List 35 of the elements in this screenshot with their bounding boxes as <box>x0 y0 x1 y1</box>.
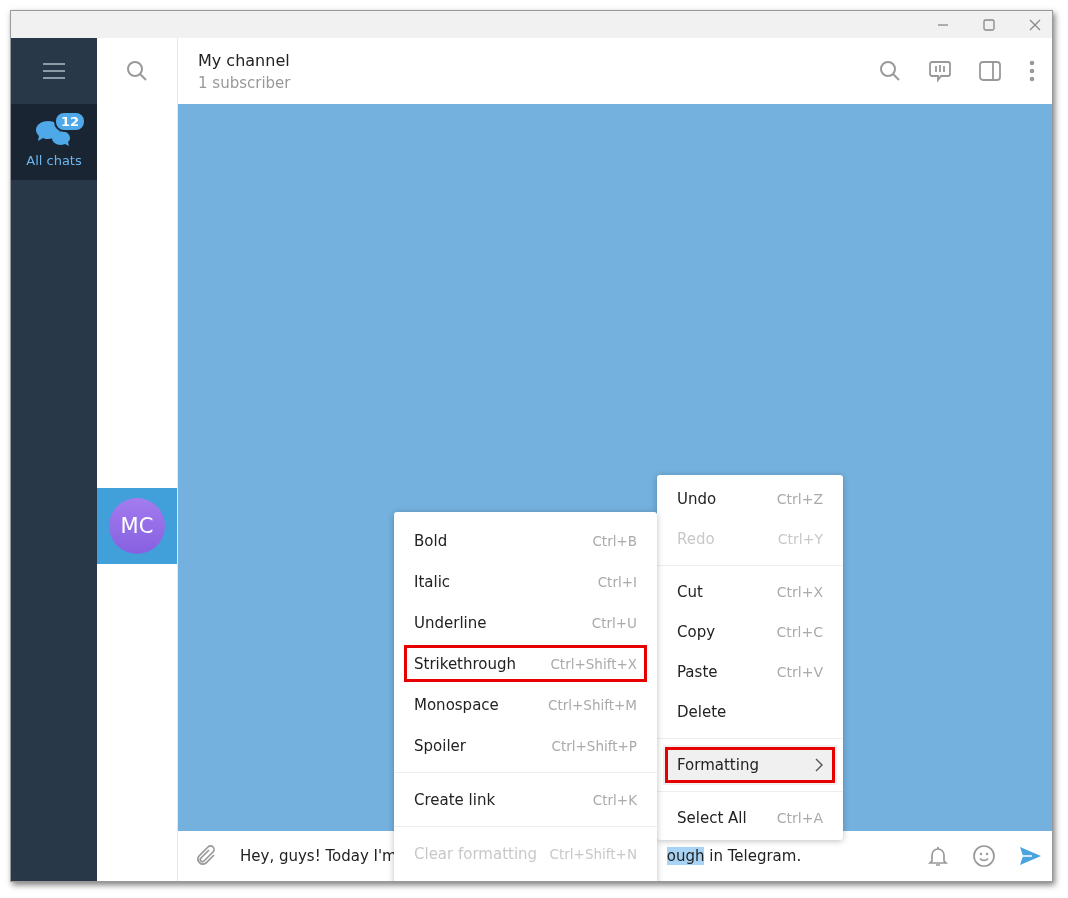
menu-item[interactable]: Copy Ctrl+C <box>657 612 843 652</box>
maximize-icon[interactable] <box>982 17 996 32</box>
menu-item[interactable]: Undo Ctrl+Z <box>657 479 843 519</box>
chevron-right-icon <box>815 758 823 772</box>
menu-item[interactable]: Strikethrough Ctrl+Shift+X <box>402 643 649 684</box>
side-panel-icon[interactable] <box>978 59 1002 83</box>
avatar: MC <box>109 498 165 554</box>
unread-count-badge: 12 <box>54 110 87 132</box>
menu-item[interactable]: Formatting <box>663 745 837 785</box>
folder-tab[interactable]: 12 All chats <box>11 104 97 180</box>
live-stream-icon[interactable] <box>928 59 952 83</box>
menu-item[interactable]: Bold Ctrl+B <box>394 520 657 561</box>
close-icon[interactable] <box>1028 17 1042 32</box>
paperclip-icon[interactable] <box>194 844 218 868</box>
chat-list-item[interactable]: MC <box>97 488 177 564</box>
send-icon[interactable] <box>1018 844 1042 868</box>
menu-item[interactable]: Paste Ctrl+V <box>657 652 843 692</box>
menu-icon[interactable] <box>42 62 66 80</box>
menu-item[interactable]: Spoiler Ctrl+Shift+P <box>394 725 657 766</box>
search-icon[interactable] <box>125 59 149 83</box>
menu-item[interactable]: Select All Ctrl+A <box>657 798 843 838</box>
menu-item[interactable]: Delete <box>657 692 843 732</box>
search-icon[interactable] <box>878 59 902 83</box>
menu-item[interactable]: Italic Ctrl+I <box>394 561 657 602</box>
menu-item[interactable]: Cut Ctrl+X <box>657 572 843 612</box>
menu-item[interactable]: Create link Ctrl+K <box>394 779 657 820</box>
folder-label: All chats <box>26 152 82 168</box>
menu-item[interactable]: Monospace Ctrl+Shift+M <box>394 684 657 725</box>
emoji-icon[interactable] <box>972 844 996 868</box>
message-text: ough in Telegram. <box>666 847 802 865</box>
menu-item[interactable]: Underline Ctrl+U <box>394 602 657 643</box>
channel-title: My channel <box>198 50 291 70</box>
subscriber-count: 1 subscriber <box>198 73 292 92</box>
more-icon[interactable] <box>1028 59 1036 83</box>
bell-icon[interactable] <box>926 844 950 868</box>
